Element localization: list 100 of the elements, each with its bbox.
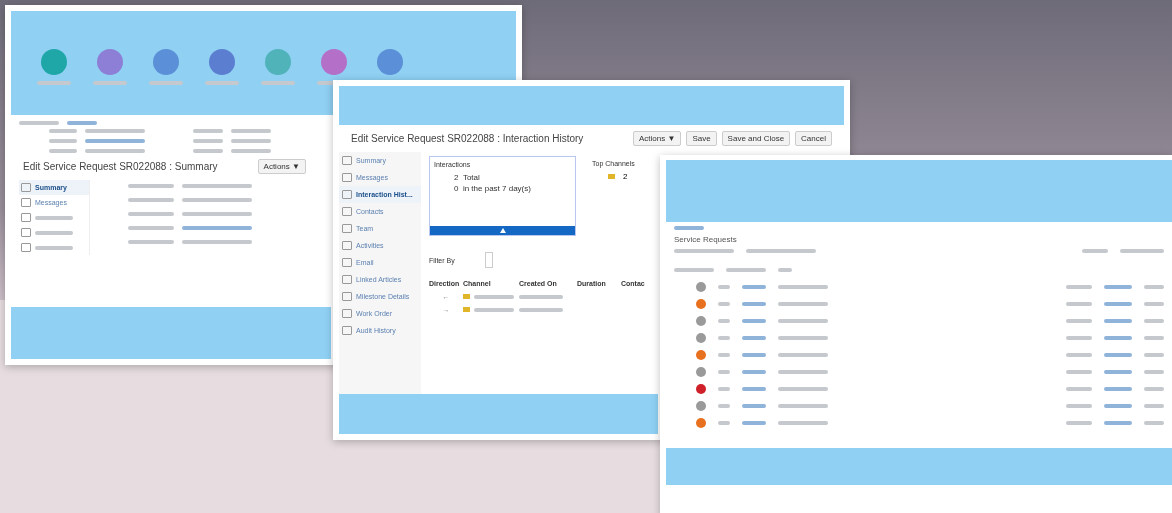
nav-icon[interactable] (97, 49, 123, 75)
illegible-text (742, 353, 766, 357)
channel-count: 2 (623, 172, 628, 181)
actions-button[interactable]: Actions ▼ (257, 159, 306, 174)
illegible-text (778, 268, 792, 272)
stat-line: 0 in the past 7 day(s) (453, 183, 532, 194)
nav-icon[interactable] (209, 49, 235, 75)
illegible-text (182, 184, 252, 188)
illegible-text (1066, 319, 1092, 323)
illegible-text (742, 336, 766, 340)
nav-icon[interactable] (321, 49, 347, 75)
illegible-text (1144, 302, 1164, 306)
illegible-text (746, 249, 816, 253)
illegible-text (231, 139, 271, 143)
illegible-text (49, 149, 77, 153)
illegible-text (718, 302, 730, 306)
nav-icon[interactable] (41, 49, 67, 75)
stat-line: 2 Total (453, 172, 481, 183)
illegible-text (182, 198, 252, 202)
illegible-text (231, 129, 271, 133)
illegible-text (1144, 353, 1164, 357)
illegible-text (1144, 370, 1164, 374)
illegible-text (1104, 387, 1132, 391)
illegible-text (1066, 353, 1092, 357)
illegible-text (778, 285, 828, 289)
toolbar-button[interactable]: Save and Close (721, 131, 791, 146)
illegible-text (718, 387, 730, 391)
illegible-text (674, 268, 714, 272)
toolbar-button[interactable]: Cancel (795, 131, 832, 146)
illegible-text (182, 212, 252, 216)
illegible-text (1066, 404, 1092, 408)
illegible-text (1144, 285, 1164, 289)
page-title: Edit Service Request SR022088 : Summary (23, 161, 218, 172)
illegible-text (1066, 285, 1092, 289)
illegible-text (1082, 249, 1108, 253)
illegible-text (37, 81, 71, 85)
folder-icon (463, 307, 470, 312)
illegible-text (718, 370, 730, 374)
illegible-text (718, 404, 730, 408)
illegible-text (778, 387, 828, 391)
illegible-text (1144, 404, 1164, 408)
illegible-text (474, 307, 514, 312)
illegible-text (1066, 336, 1092, 340)
illegible-text (718, 319, 730, 323)
illegible-text (718, 421, 730, 425)
nav-icon[interactable] (265, 49, 291, 75)
illegible-text (149, 81, 183, 85)
illegible-text (85, 129, 145, 133)
illegible-text (778, 319, 828, 323)
illegible-text (742, 319, 766, 323)
illegible-text (1144, 319, 1164, 323)
illegible-text (1104, 336, 1132, 340)
illegible-text (726, 268, 766, 272)
illegible-text (1066, 421, 1092, 425)
illegible-text (1104, 319, 1132, 323)
illegible-text (1066, 387, 1092, 391)
illegible-text (1104, 421, 1132, 425)
illegible-text (742, 387, 766, 391)
illegible-text (128, 212, 174, 216)
page-title: Service Requests (674, 235, 738, 244)
illegible-text (128, 240, 174, 244)
page-title: Edit Service Request SR022088 : Interaction History (351, 133, 584, 144)
illegible-text (1120, 249, 1164, 253)
illegible-text (1066, 370, 1092, 374)
illegible-text (205, 81, 239, 85)
illegible-text (193, 139, 223, 143)
toolbar-button[interactable]: Save (686, 131, 717, 146)
illegible-text (778, 302, 828, 306)
illegible-text (778, 336, 828, 340)
folder-icon (608, 174, 615, 179)
illegible-text (718, 353, 730, 357)
nav-icon[interactable] (153, 49, 179, 75)
illegible-text (128, 226, 174, 230)
illegible-text (49, 129, 77, 133)
illegible-text (718, 336, 730, 340)
illegible-text (85, 139, 145, 143)
illegible-text (742, 421, 766, 425)
illegible-text (778, 353, 828, 357)
illegible-text (49, 139, 77, 143)
illegible-text (1104, 285, 1132, 289)
illegible-text (519, 307, 563, 312)
illegible-text (193, 129, 223, 133)
illegible-text (742, 370, 766, 374)
collapse-icon (499, 228, 506, 233)
illegible-text (1104, 370, 1132, 374)
illegible-text (182, 226, 252, 230)
illegible-text (778, 404, 828, 408)
illegible-text (67, 121, 97, 125)
illegible-text (718, 285, 730, 289)
illegible-text (1104, 353, 1132, 357)
illegible-text (193, 149, 223, 153)
filter-field[interactable] (484, 252, 493, 268)
illegible-text (128, 184, 174, 188)
toolbar-button[interactable]: Actions ▼ (633, 131, 682, 146)
illegible-text (778, 370, 828, 374)
illegible-text (742, 404, 766, 408)
nav-icon[interactable] (377, 49, 403, 75)
folder-icon (463, 294, 470, 299)
illegible-text (1104, 404, 1132, 408)
illegible-text (1144, 387, 1164, 391)
